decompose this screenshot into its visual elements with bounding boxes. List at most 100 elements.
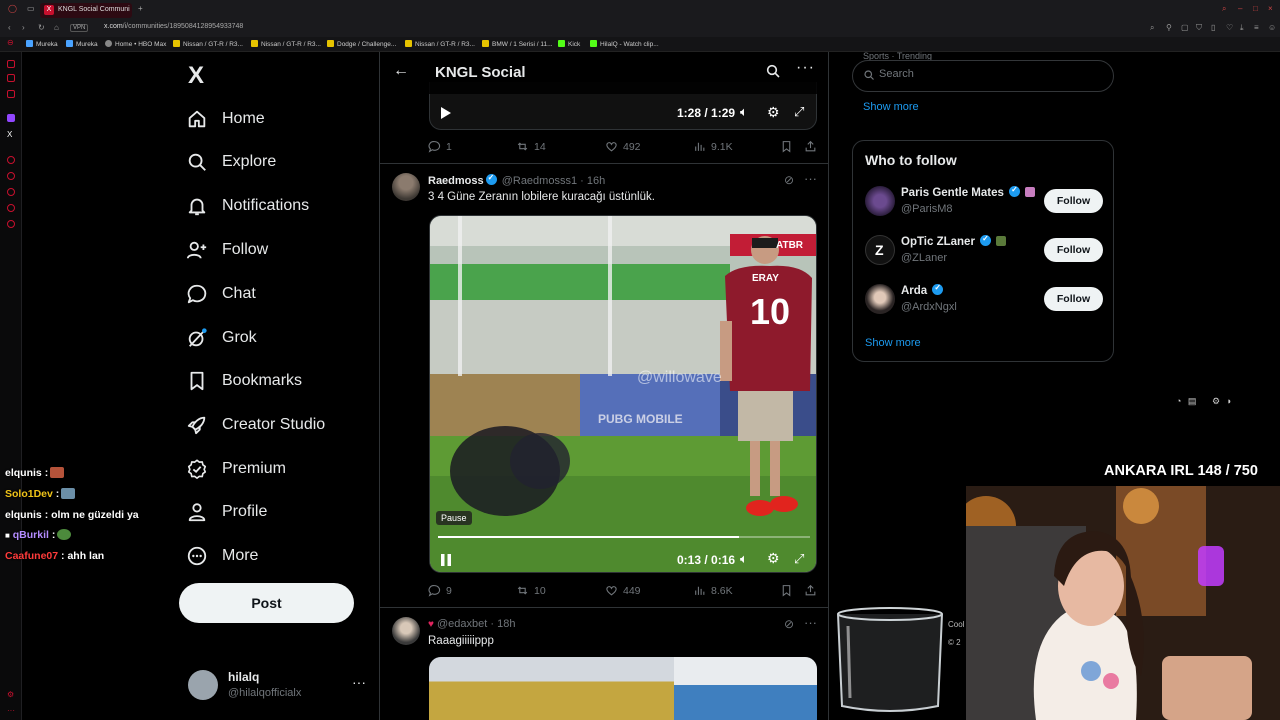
search-tabs-icon[interactable]: ⌕ [1222,4,1232,14]
minimize-icon[interactable]: – [1238,4,1248,14]
follow-suggestion[interactable]: Paris Gentle Mates @ParisM8 Follow [865,184,1105,220]
nav-more[interactable]: More [186,540,258,572]
tweet-time[interactable]: · 18h [490,618,515,630]
show-more-link[interactable]: Show more [863,101,919,113]
nav-premium[interactable]: Premium [186,453,286,485]
sidebar-app-icon[interactable] [7,172,15,180]
sidebar-app-icon[interactable] [7,90,15,98]
repost-button[interactable]: 14 [516,140,546,153]
author-name[interactable]: Raedmoss [428,175,484,187]
bookmark-item[interactable]: Nissan / GT-R / R3... [405,40,475,48]
tab-menu-icon[interactable]: ▭ [27,4,37,14]
bookmark-item[interactable]: Kick [558,40,580,48]
bookmark-item[interactable]: BMW / 1 Serisi / 11... [482,40,553,48]
views-button[interactable]: 8.6K [693,584,733,597]
share-button[interactable] [804,140,817,153]
back-arrow-icon[interactable]: ← [393,62,409,80]
sidebar-app-icon[interactable] [7,188,15,196]
bookmark-item[interactable]: Nissan / GT-R / R3... [251,40,321,48]
like-button[interactable]: 492 [605,140,641,153]
sidebar-app-icon[interactable] [7,220,15,228]
more-options-icon[interactable]: ··· [796,59,815,77]
nav-grok[interactable]: Grok [186,322,257,354]
x-logo[interactable]: X [188,62,204,90]
download-icon[interactable]: ⤓ [1240,23,1250,33]
zoom-icon[interactable]: ⌕ [1150,23,1160,33]
easy-setup-icon[interactable]: ≡ [1254,23,1264,33]
reload-icon[interactable]: ↻ [38,23,48,33]
bookmark-page-icon[interactable]: ▯ [1211,23,1221,33]
share-button[interactable] [804,584,817,597]
url-field[interactable]: x.com/i/communities/1895084128954933748 [104,23,243,30]
twitch-icon[interactable] [7,114,15,122]
search-field[interactable] [852,60,1114,92]
bookmark-item[interactable]: Nissan / GT-R / R3... [173,40,243,48]
follow-button[interactable]: Follow [1044,238,1103,262]
browser-tab-active[interactable]: X KNGL Social Communi [40,3,132,18]
views-button[interactable]: 9.1K [693,140,733,153]
bookmark-item[interactable]: HilalQ - Watch clip... [590,40,659,48]
sidebar-app-icon[interactable] [7,60,15,68]
like-button[interactable]: 449 [605,584,641,597]
home-icon[interactable]: ⌂ [54,23,64,33]
tweet-time[interactable]: · 16h [580,175,605,187]
avatar[interactable] [392,617,420,645]
search-icon[interactable] [765,63,781,79]
fullscreen-icon[interactable]: ⤢ [794,104,804,120]
post-button[interactable]: Post [179,583,354,623]
bookmark-button[interactable] [780,140,793,153]
bookmark-item[interactable]: Mureka [66,40,98,48]
nav-explore[interactable]: Explore [186,146,276,178]
volume-icon[interactable]: 🔈︎ [740,104,748,120]
opera-logo-icon[interactable]: ◯ [8,4,18,14]
author-handle[interactable]: @edaxbet [437,618,487,630]
sidebar-app-icon[interactable] [7,74,15,82]
shield-icon[interactable]: ⛉ [1196,23,1206,33]
forward-nav-icon[interactable]: › [22,23,32,33]
tweet-more-icon[interactable]: ··· [804,171,817,186]
volume-icon[interactable]: 🔈︎ [740,551,748,567]
nav-follow[interactable]: Follow [186,234,268,266]
bookmark-item[interactable]: Mureka [26,40,58,48]
bookmark-item[interactable]: Dodge / Challenge... [327,40,396,48]
bookmark-button[interactable] [780,584,793,597]
settings-gear-icon[interactable]: ⚙ [767,550,780,567]
maximize-icon[interactable]: □ [1253,4,1263,14]
nav-home[interactable]: Home [186,103,265,135]
follow-button[interactable]: Follow [1044,287,1103,311]
nav-bookmarks[interactable]: Bookmarks [186,365,302,397]
video-player[interactable]: ERAY 10 PUBG MOBILE @willowave ATBR Paus… [429,215,817,573]
follow-suggestion[interactable]: Z OpTic ZLaner @ZLaner Follow [865,233,1105,269]
tweet-more-icon[interactable]: ··· [804,615,817,630]
x-sidebar-icon[interactable]: X [7,130,12,139]
repost-button[interactable]: 10 [516,584,546,597]
pin-icon[interactable]: ⚲ [1166,23,1176,33]
nav-chat[interactable]: Chat [186,278,256,310]
sidebar-app-icon[interactable] [7,204,15,212]
sidebar-app-icon[interactable] [7,156,15,164]
account-switcher[interactable]: hilalq @hilalqofficialx ··· [188,668,368,704]
avatar[interactable] [392,173,420,201]
nav-profile[interactable]: Profile [186,496,267,528]
nav-notifications[interactable]: Notifications [186,190,309,222]
author-handle[interactable]: @Raedmosss1 [502,175,577,187]
close-window-icon[interactable]: × [1268,4,1278,14]
play-icon[interactable] [440,106,452,120]
profile-icon[interactable]: ☺ [1268,23,1278,33]
sidebar-more-icon[interactable]: ··· [7,706,15,715]
video-progress-track[interactable] [438,536,810,538]
show-more-link[interactable]: Show more [865,337,921,349]
follow-suggestion[interactable]: Arda @ArdxNgxl Follow [865,282,1105,318]
nav-creator-studio[interactable]: Creator Studio [186,409,325,441]
reply-button[interactable]: 9 [428,584,452,597]
pause-icon[interactable] [440,553,452,567]
settings-gear-icon[interactable]: ⚙ [767,104,780,121]
bookmarks-menu-icon[interactable]: ⊖ [7,38,17,48]
back-nav-icon[interactable]: ‹ [8,23,18,33]
account-menu-icon[interactable]: ··· [352,674,366,690]
sidebar-settings-icon[interactable]: ⚙ [7,690,14,699]
search-input[interactable] [879,68,1099,80]
fullscreen-icon[interactable]: ⤢ [794,551,804,567]
screenshot-icon[interactable]: ▢ [1181,23,1191,33]
follow-button[interactable]: Follow [1044,189,1103,213]
